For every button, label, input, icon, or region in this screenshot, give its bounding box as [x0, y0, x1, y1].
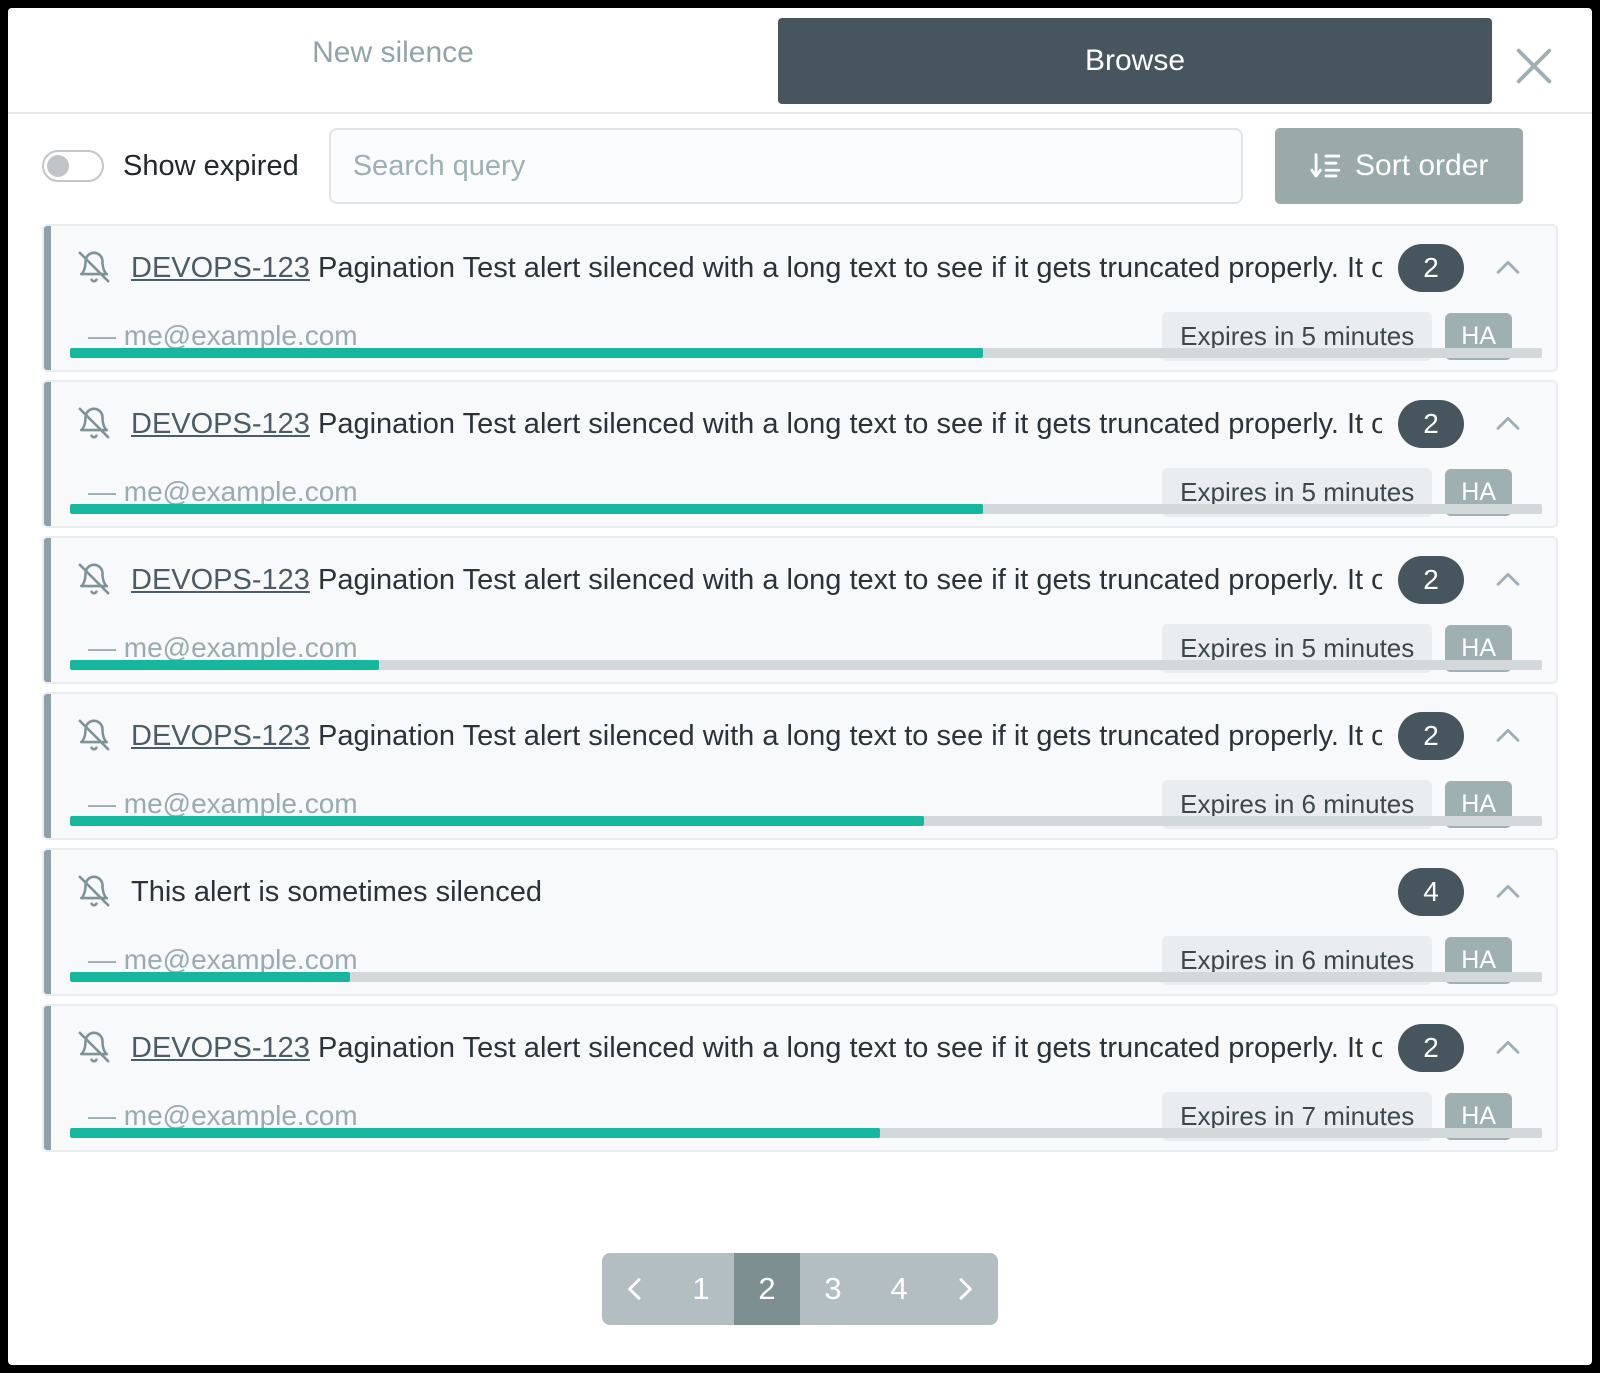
card-meta-row: — me@example.comExpires in 6 minutesHA: [44, 916, 1556, 994]
chevron-left-icon: [619, 1273, 651, 1305]
silence-link[interactable]: DEVOPS-123: [131, 720, 310, 752]
pagination: 1234: [602, 1253, 998, 1325]
alert-count-badge: 2: [1398, 1024, 1464, 1072]
expiry-progress-fill: [70, 660, 379, 670]
collapse-toggle[interactable]: [1480, 556, 1536, 604]
card-meta-row: — me@example.comExpires in 6 minutesHA: [44, 760, 1556, 838]
filter-bar: Show expired Sort order: [8, 114, 1592, 218]
chevron-right-icon: [949, 1273, 981, 1305]
silence-card[interactable]: This alert is sometimes silenced 4— me@ex…: [42, 848, 1558, 996]
silence-card[interactable]: DEVOPS-123 Pagination Test alert silence…: [42, 1004, 1558, 1152]
tab-new-silence-label: New silence: [312, 36, 474, 70]
close-icon: [1511, 43, 1557, 89]
silence-card[interactable]: DEVOPS-123 Pagination Test alert silence…: [42, 224, 1558, 372]
alert-count-badge: 2: [1398, 712, 1464, 760]
tab-browse[interactable]: Browse: [778, 18, 1492, 104]
pagination-page-3[interactable]: 3: [800, 1253, 866, 1325]
sort-order-button[interactable]: Sort order: [1275, 128, 1523, 204]
card-meta-row: — me@example.comExpires in 5 minutesHA: [44, 292, 1556, 370]
expiry-progress-fill: [70, 816, 924, 826]
expiry-progress-track: [70, 348, 1542, 358]
tab-new-silence[interactable]: New silence: [8, 8, 778, 98]
collapse-toggle[interactable]: [1480, 868, 1536, 916]
bell-slash-icon: [77, 250, 113, 286]
silence-link[interactable]: DEVOPS-123: [131, 564, 310, 596]
silence-title: This alert is sometimes silenced: [131, 874, 1382, 910]
silence-title: DEVOPS-123 Pagination Test alert silence…: [131, 1030, 1382, 1066]
card-top-row: DEVOPS-123 Pagination Test alert silence…: [44, 712, 1556, 760]
card-accent-bar: [44, 538, 51, 682]
search-input[interactable]: [329, 128, 1243, 204]
sort-descending-icon: [1309, 149, 1343, 183]
chevron-up-icon: [1491, 875, 1525, 909]
collapse-toggle[interactable]: [1480, 400, 1536, 448]
expiry-progress-track: [70, 1128, 1542, 1138]
expiry-progress-track: [70, 972, 1542, 982]
pagination-page-4[interactable]: 4: [866, 1253, 932, 1325]
expiry-progress-fill: [70, 348, 983, 358]
show-expired-toggle[interactable]: [42, 150, 104, 182]
silence-title: DEVOPS-123 Pagination Test alert silence…: [131, 406, 1382, 442]
card-meta-row: — me@example.comExpires in 7 minutesHA: [44, 1072, 1556, 1150]
silences-modal: New silence Browse Show expired: [8, 8, 1592, 1365]
bell-slash-icon: [77, 562, 113, 598]
bell-slash-icon: [77, 1030, 113, 1066]
bell-slash-icon: [77, 718, 113, 754]
alert-count-badge: 2: [1398, 556, 1464, 604]
show-expired-label: Show expired: [123, 150, 299, 183]
chevron-up-icon: [1491, 407, 1525, 441]
chevron-up-icon: [1491, 719, 1525, 753]
card-top-row: DEVOPS-123 Pagination Test alert silence…: [44, 244, 1556, 292]
pagination-page-2[interactable]: 2: [734, 1253, 800, 1325]
expiry-progress-track: [70, 816, 1542, 826]
expiry-progress-track: [70, 504, 1542, 514]
silence-link[interactable]: DEVOPS-123: [131, 1032, 310, 1064]
card-accent-bar: [44, 850, 51, 994]
collapse-toggle[interactable]: [1480, 1024, 1536, 1072]
silence-link[interactable]: DEVOPS-123: [131, 408, 310, 440]
search-wrapper: [329, 128, 1243, 204]
alert-count-badge: 2: [1398, 400, 1464, 448]
silence-title: DEVOPS-123 Pagination Test alert silence…: [131, 562, 1382, 598]
chevron-up-icon: [1491, 1031, 1525, 1065]
sort-order-label: Sort order: [1355, 149, 1488, 183]
card-meta-row: — me@example.comExpires in 5 minutesHA: [44, 604, 1556, 682]
silence-title: DEVOPS-123 Pagination Test alert silence…: [131, 250, 1382, 286]
card-top-row: DEVOPS-123 Pagination Test alert silence…: [44, 1024, 1556, 1072]
card-top-row: DEVOPS-123 Pagination Test alert silence…: [44, 556, 1556, 604]
close-button[interactable]: [1506, 38, 1562, 94]
card-accent-bar: [44, 226, 51, 370]
card-accent-bar: [44, 1006, 51, 1150]
card-top-row: This alert is sometimes silenced 4: [44, 868, 1556, 916]
card-meta-row: — me@example.comExpires in 5 minutesHA: [44, 448, 1556, 526]
chevron-up-icon: [1491, 563, 1525, 597]
card-top-row: DEVOPS-123 Pagination Test alert silence…: [44, 400, 1556, 448]
silence-link[interactable]: DEVOPS-123: [131, 252, 310, 284]
chevron-up-icon: [1491, 251, 1525, 285]
expiry-progress-fill: [70, 504, 983, 514]
pagination-next-button[interactable]: [932, 1253, 998, 1325]
silence-list: DEVOPS-123 Pagination Test alert silence…: [8, 218, 1592, 1223]
silence-title: DEVOPS-123 Pagination Test alert silence…: [131, 718, 1382, 754]
card-accent-bar: [44, 382, 51, 526]
silence-card[interactable]: DEVOPS-123 Pagination Test alert silence…: [42, 380, 1558, 528]
alert-count-badge: 2: [1398, 244, 1464, 292]
alert-count-badge: 4: [1398, 868, 1464, 916]
tab-browse-label: Browse: [1085, 44, 1185, 78]
pagination-wrapper: 1234: [8, 1223, 1592, 1365]
bell-slash-icon: [77, 874, 113, 910]
bell-slash-icon: [77, 406, 113, 442]
card-accent-bar: [44, 694, 51, 838]
expiry-progress-track: [70, 660, 1542, 670]
collapse-toggle[interactable]: [1480, 712, 1536, 760]
modal-header: New silence Browse: [8, 8, 1592, 114]
collapse-toggle[interactable]: [1480, 244, 1536, 292]
silence-card[interactable]: DEVOPS-123 Pagination Test alert silence…: [42, 692, 1558, 840]
expiry-progress-fill: [70, 1128, 880, 1138]
pagination-page-1[interactable]: 1: [668, 1253, 734, 1325]
silence-card[interactable]: DEVOPS-123 Pagination Test alert silence…: [42, 536, 1558, 684]
expiry-progress-fill: [70, 972, 350, 982]
pagination-prev-button[interactable]: [602, 1253, 668, 1325]
